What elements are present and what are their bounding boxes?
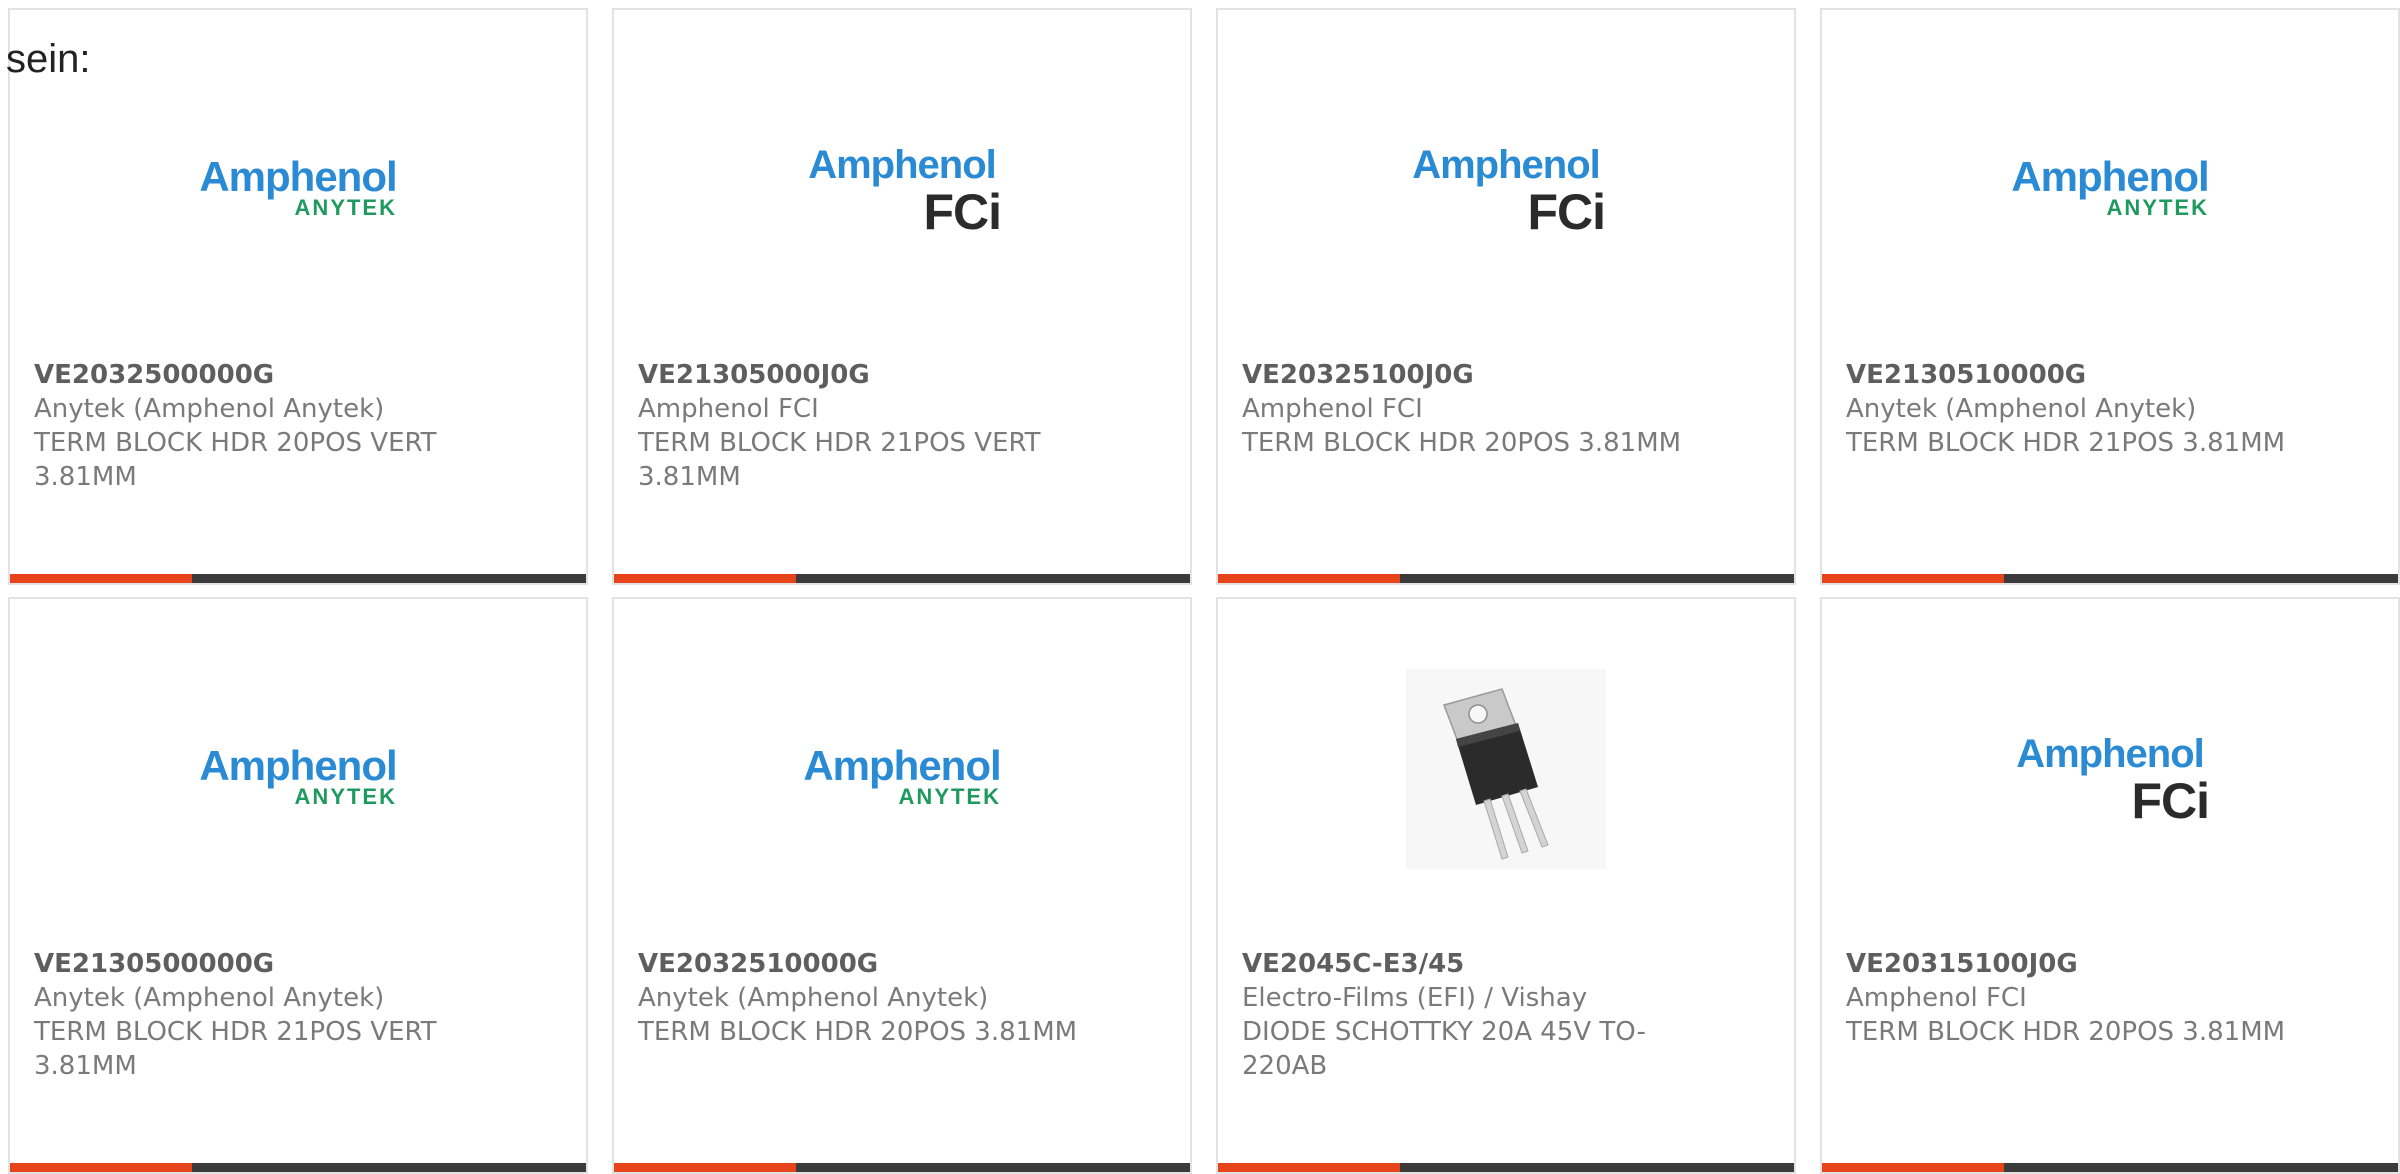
transistor-image xyxy=(1406,669,1606,869)
card-footer-bar xyxy=(1218,574,1794,583)
logo-primary-text: Amphenol xyxy=(1412,143,1601,187)
product-description: TERM BLOCK HDR 21POS VERT 3.81MM xyxy=(638,428,1041,492)
manufacturer-name: Anytek (Amphenol Anytek) xyxy=(34,394,385,424)
card-accent-bar xyxy=(614,1163,796,1172)
product-image[interactable]: Amphenol ANYTEK xyxy=(1822,10,2398,350)
card-footer-bar xyxy=(1822,574,2398,583)
logo-secondary-text: ANYTEK xyxy=(294,784,397,809)
product-card[interactable]: Amphenol FCi VE20325100J0G Amphenol FCI … xyxy=(1216,8,1796,585)
product-info: VE2032510000G Anytek (Amphenol Anytek) T… xyxy=(638,947,1098,1049)
card-footer-bar xyxy=(614,574,1190,583)
product-card[interactable]: Amphenol FCi VE20315100J0G Amphenol FCI … xyxy=(1820,597,2400,1174)
card-footer-bar xyxy=(614,1163,1190,1172)
part-number-link[interactable]: VE21305000J0G xyxy=(638,358,1098,392)
card-footer-bar xyxy=(1822,1163,2398,1172)
logo-primary-text: Amphenol xyxy=(199,153,397,200)
product-image[interactable]: Amphenol FCi xyxy=(614,10,1190,350)
card-accent-bar xyxy=(1822,574,2004,583)
product-image[interactable] xyxy=(1218,599,1794,939)
logo-secondary-text: ANYTEK xyxy=(898,784,1001,809)
product-description: TERM BLOCK HDR 20POS VERT 3.81MM xyxy=(34,428,437,492)
amphenol-fci-logo: Amphenol FCi xyxy=(797,135,1007,240)
amphenol-fci-logo: Amphenol FCi xyxy=(2005,724,2215,829)
product-card[interactable]: Amphenol ANYTEK VE2032500000G Anytek (Am… xyxy=(8,8,588,585)
amphenol-fci-logo: Amphenol FCi xyxy=(1401,135,1611,240)
card-accent-bar xyxy=(10,1163,192,1172)
product-info: VE2130500000G Anytek (Amphenol Anytek) T… xyxy=(34,947,494,1083)
logo-secondary-text: FCi xyxy=(1527,184,1606,240)
card-footer-bar xyxy=(10,1163,586,1172)
card-accent-bar xyxy=(1822,1163,2004,1172)
product-card[interactable]: Amphenol ANYTEK VE2130510000G Anytek (Am… xyxy=(1820,8,2400,585)
card-accent-bar xyxy=(1218,574,1400,583)
product-card[interactable]: Amphenol FCi VE21305000J0G Amphenol FCI … xyxy=(612,8,1192,585)
card-accent-bar xyxy=(614,574,796,583)
product-info: VE2130510000G Anytek (Amphenol Anytek) T… xyxy=(1846,358,2306,460)
manufacturer-name: Anytek (Amphenol Anytek) xyxy=(1846,394,2197,424)
amphenol-anytek-logo: Amphenol ANYTEK xyxy=(193,724,403,814)
product-grid: sein: Amphenol ANYTEK VE2032500000G Anyt… xyxy=(0,0,2400,1174)
part-number-link[interactable]: VE20325100J0G xyxy=(1242,358,1702,392)
manufacturer-name: Amphenol FCI xyxy=(1846,983,2027,1013)
logo-primary-text: Amphenol xyxy=(2011,153,2209,200)
product-card[interactable]: Amphenol ANYTEK VE2032510000G Anytek (Am… xyxy=(612,597,1192,1174)
amphenol-anytek-logo: Amphenol ANYTEK xyxy=(797,724,1007,814)
logo-secondary-text: FCi xyxy=(923,184,1002,240)
logo-secondary-text: ANYTEK xyxy=(294,195,397,220)
manufacturer-name: Anytek (Amphenol Anytek) xyxy=(638,983,989,1013)
product-info: VE20315100J0G Amphenol FCI TERM BLOCK HD… xyxy=(1846,947,2306,1049)
product-card[interactable]: Amphenol ANYTEK VE2130500000G Anytek (Am… xyxy=(8,597,588,1174)
manufacturer-name: Amphenol FCI xyxy=(638,394,819,424)
product-image[interactable]: Amphenol FCi xyxy=(1218,10,1794,350)
amphenol-anytek-logo: Amphenol ANYTEK xyxy=(193,135,403,225)
part-number-link[interactable]: VE2130510000G xyxy=(1846,358,2306,392)
card-accent-bar xyxy=(1218,1163,1400,1172)
logo-primary-text: Amphenol xyxy=(803,742,1001,789)
logo-primary-text: Amphenol xyxy=(808,143,997,187)
manufacturer-name: Amphenol FCI xyxy=(1242,394,1423,424)
product-image[interactable]: Amphenol ANYTEK xyxy=(614,599,1190,939)
product-description: TERM BLOCK HDR 21POS VERT 3.81MM xyxy=(34,1017,437,1081)
product-info: VE2032500000G Anytek (Amphenol Anytek) T… xyxy=(34,358,494,494)
product-card[interactable]: VE2045C-E3/45 Electro-Films (EFI) / Vish… xyxy=(1216,597,1796,1174)
product-description: DIODE SCHOTTKY 20A 45V TO-220AB xyxy=(1242,1017,1646,1081)
product-image[interactable]: Amphenol ANYTEK xyxy=(10,599,586,939)
manufacturer-name: Electro-Films (EFI) / Vishay xyxy=(1242,983,1588,1013)
product-description: TERM BLOCK HDR 20POS 3.81MM xyxy=(1242,428,1682,458)
product-description: TERM BLOCK HDR 20POS 3.81MM xyxy=(1846,1017,2286,1047)
logo-secondary-text: ANYTEK xyxy=(2106,195,2209,220)
product-description: TERM BLOCK HDR 21POS 3.81MM xyxy=(1846,428,2286,458)
amphenol-anytek-logo: Amphenol ANYTEK xyxy=(2005,135,2215,225)
logo-primary-text: Amphenol xyxy=(199,742,397,789)
card-accent-bar xyxy=(10,574,192,583)
product-description: TERM BLOCK HDR 20POS 3.81MM xyxy=(638,1017,1078,1047)
part-number-link[interactable]: VE2032500000G xyxy=(34,358,494,392)
logo-secondary-text: FCi xyxy=(2131,773,2210,829)
product-image[interactable]: Amphenol ANYTEK xyxy=(10,10,586,350)
product-info: VE21305000J0G Amphenol FCI TERM BLOCK HD… xyxy=(638,358,1098,494)
card-footer-bar xyxy=(1218,1163,1794,1172)
part-number-link[interactable]: VE20315100J0G xyxy=(1846,947,2306,981)
section-label: sein: xyxy=(6,37,91,81)
part-number-link[interactable]: VE2032510000G xyxy=(638,947,1098,981)
logo-primary-text: Amphenol xyxy=(2016,732,2205,776)
manufacturer-name: Anytek (Amphenol Anytek) xyxy=(34,983,385,1013)
card-footer-bar xyxy=(10,574,586,583)
part-number-link[interactable]: VE2045C-E3/45 xyxy=(1242,947,1702,981)
product-info: VE2045C-E3/45 Electro-Films (EFI) / Vish… xyxy=(1242,947,1702,1083)
product-image[interactable]: Amphenol FCi xyxy=(1822,599,2398,939)
product-info: VE20325100J0G Amphenol FCI TERM BLOCK HD… xyxy=(1242,358,1702,460)
part-number-link[interactable]: VE2130500000G xyxy=(34,947,494,981)
